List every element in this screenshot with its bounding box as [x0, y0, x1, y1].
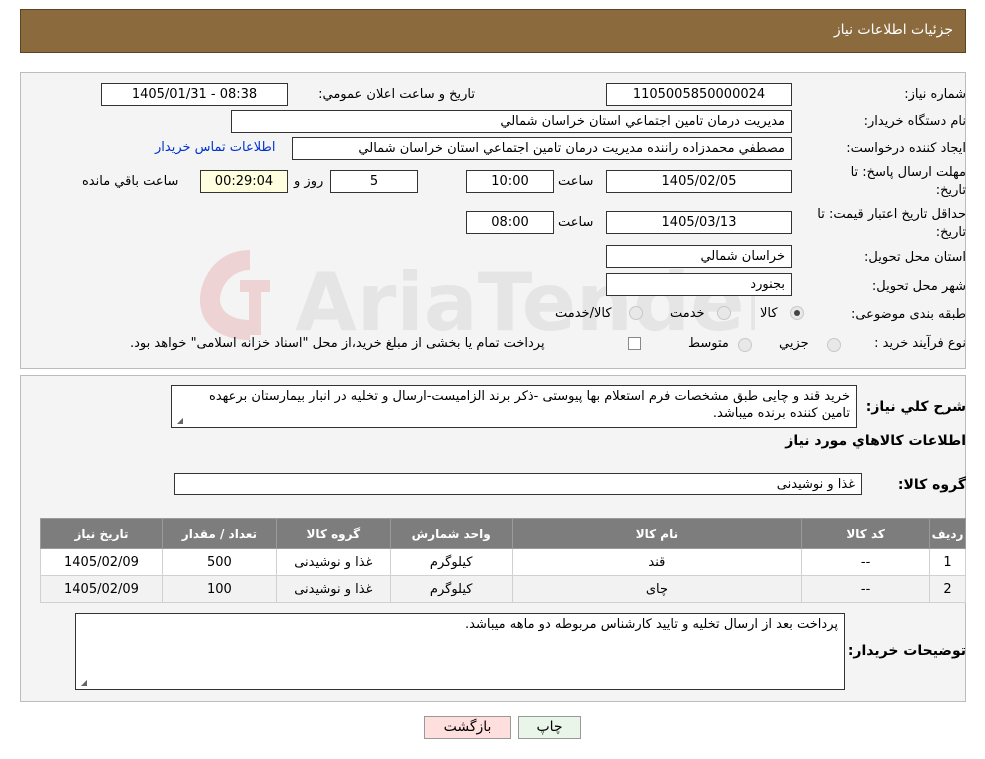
need-number-label: شماره نياز: [904, 87, 966, 102]
validity-date-field: 1405/03/13 [606, 211, 792, 234]
page-title: جزئيات اطلاعات نياز [833, 22, 953, 38]
process-radio-minor[interactable] [827, 338, 841, 352]
table-row: 1 -- قند كيلوگرم غذا و نوشيدنی 500 1405/… [40, 548, 966, 576]
description-label: شرح كلي نياز: [865, 399, 966, 415]
col-unit: واحد شمارش [389, 518, 513, 549]
validity-label-2: تاريخ: [935, 225, 966, 240]
category-label: طبقه بندی موضوعی: [850, 307, 966, 322]
validity-time-label: ساعت [558, 215, 594, 230]
deadline-time-label: ساعت [558, 174, 594, 189]
cell-quantity: 500 [161, 548, 277, 576]
days-label: روز و [294, 174, 324, 189]
cell-unit: كيلوگرم [389, 548, 513, 576]
validity-label-1: حداقل تاريخ اعتبار قيمت: تا [817, 207, 966, 222]
category-option-service: خدمت [670, 306, 705, 321]
item-group-label: گروه كالا: [897, 477, 966, 493]
col-item-name: نام كالا [511, 518, 803, 549]
announce-datetime-field: 1405/01/31 - 08:38 [101, 83, 288, 106]
table-row: 2 -- چای كيلوگرم غذا و نوشيدنی 100 1405/… [40, 575, 966, 603]
col-item-group: گروه كالا [275, 518, 391, 549]
print-button[interactable]: چاپ [518, 716, 581, 739]
cell-need-date: 1405/02/09 [40, 575, 163, 603]
cell-row-number: 1 [929, 548, 966, 576]
buyer-notes-label: توضيحات خريدار: [847, 643, 966, 659]
announce-label: تاريخ و ساعت اعلان عمومي: [318, 87, 475, 102]
treasury-payment-note: پرداخت تمام يا بخشی از مبلغ خريد،از محل … [130, 336, 545, 351]
city-field: بجنورد [606, 273, 792, 296]
page-header: جزئيات اطلاعات نياز [20, 9, 966, 53]
days-remaining-field: 5 [330, 170, 418, 193]
category-radio-goods-service[interactable] [629, 306, 643, 320]
items-table-wrapper: رديف كد كالا نام كالا واحد شمارش گروه كا… [40, 518, 966, 603]
process-type-label: نوع فرآيند خريد : [874, 336, 966, 351]
col-need-date: تاريخ نياز [40, 518, 163, 549]
resize-handle-icon[interactable]: ◢ [175, 417, 183, 425]
validity-time-field: 08:00 [466, 211, 554, 234]
buyer-org-label: نام دستگاه خريدار: [863, 114, 966, 129]
cell-item-name: قند [511, 548, 803, 576]
buyer-org-field: مديريت درمان تامين اجتماعي استان خراسان … [231, 110, 792, 133]
table-header-row: رديف كد كالا نام كالا واحد شمارش گروه كا… [40, 518, 966, 549]
category-option-goods: كالا [760, 306, 778, 321]
cell-item-code: -- [801, 548, 931, 576]
cell-unit: كيلوگرم [389, 575, 513, 603]
process-option-medium: متوسط [688, 336, 729, 351]
deadline-label-1: مهلت ارسال پاسخ: تا [850, 165, 966, 180]
process-radio-medium[interactable] [738, 338, 752, 352]
items-table: رديف كد كالا نام كالا واحد شمارش گروه كا… [40, 518, 966, 603]
description-textarea[interactable]: خريد قند و چايی طبق مشخصات فرم استعلام ب… [171, 385, 857, 428]
buyer-notes-textarea[interactable]: پرداخت بعد از ارسال تخليه و تاييد كارشنا… [75, 613, 845, 690]
city-label: شهر محل تحويل: [871, 279, 966, 294]
description-text: خريد قند و چايی طبق مشخصات فرم استعلام ب… [209, 389, 850, 421]
col-row-number: رديف [929, 518, 966, 549]
cell-item-group: غذا و نوشيدنی [275, 575, 391, 603]
treasury-payment-checkbox[interactable] [628, 337, 641, 350]
creator-field: مصطفي محمدزاده راننده مديريت درمان تامين… [292, 137, 792, 160]
province-label: استان محل تحويل: [864, 250, 966, 265]
buyer-notes-text: پرداخت بعد از ارسال تخليه و تاييد كارشنا… [465, 617, 838, 632]
back-button[interactable]: بازگشت [424, 716, 511, 739]
cell-item-code: -- [801, 575, 931, 603]
process-option-minor: جزيي [779, 336, 809, 351]
deadline-time-field: 10:00 [466, 170, 554, 193]
remaining-time-field: 00:29:04 [200, 170, 288, 193]
remaining-time-label: ساعت باقي مانده [82, 174, 179, 189]
category-option-goods-service: كالا/خدمت [555, 306, 612, 321]
col-quantity: تعداد / مقدار [161, 518, 277, 549]
cell-quantity: 100 [161, 575, 277, 603]
col-item-code: كد كالا [801, 518, 931, 549]
category-radio-service[interactable] [717, 306, 731, 320]
resize-handle-icon[interactable]: ◢ [79, 679, 87, 687]
cell-row-number: 2 [929, 575, 966, 603]
creator-label: ايجاد كننده درخواست: [846, 141, 966, 156]
item-group-field: غذا و نوشيدنی [174, 473, 862, 495]
need-number-field: 1105005850000024 [606, 83, 792, 106]
cell-item-name: چای [511, 575, 803, 603]
cell-item-group: غذا و نوشيدنی [275, 548, 391, 576]
category-radio-goods[interactable] [790, 306, 804, 320]
cell-need-date: 1405/02/09 [40, 548, 163, 576]
buyer-contact-link[interactable]: اطلاعات تماس خريدار [155, 140, 275, 155]
deadline-date-field: 1405/02/05 [606, 170, 792, 193]
deadline-label-2: تاريخ: [935, 183, 966, 198]
items-section-title: اطلاعات كالاهاي مورد نياز [785, 433, 966, 449]
province-field: خراسان شمالي [606, 245, 792, 268]
